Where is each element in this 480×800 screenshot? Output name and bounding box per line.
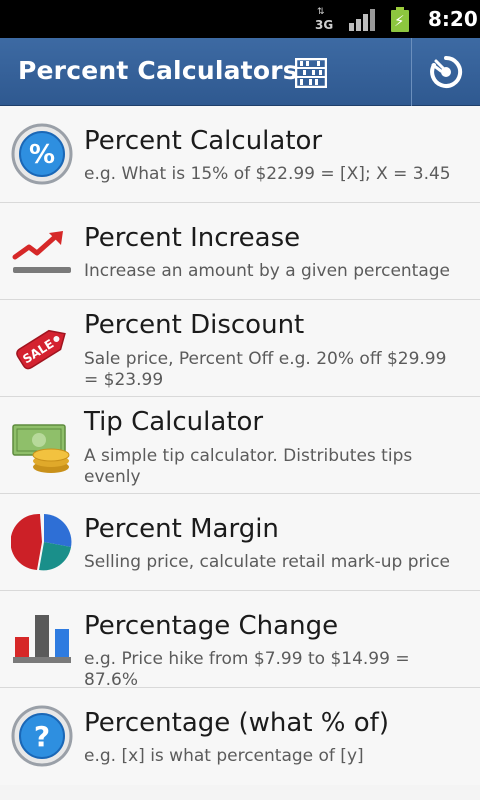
percent-circle-icon: % — [11, 123, 73, 185]
item-description: e.g. Price hike from $7.99 to $14.99 = 8… — [84, 649, 410, 690]
trend-up-icon — [12, 231, 71, 273]
item-description: e.g. What is 15% of $22.99 = [X]; X = 3.… — [84, 164, 451, 184]
item-title: Percent Margin — [84, 514, 279, 544]
signal-strength-icon — [349, 9, 375, 31]
question-circle-icon: ? — [11, 705, 73, 767]
data-arrows: ⇅ — [317, 7, 325, 17]
bar-chart-icon — [13, 615, 71, 663]
item-title: Percentage Change — [84, 611, 339, 641]
pie-chart-icon — [11, 513, 72, 571]
app-bar: Percent Calculators — [0, 38, 480, 106]
list-item-tip-calculator[interactable]: Tip Calculator A simple tip calculator. … — [0, 397, 480, 494]
network-type-label: 3G — [315, 18, 334, 32]
calculator-list: % Percent Calculator e.g. What is 15% of… — [0, 106, 480, 785]
network-3g-icon: ⇅ 3G — [315, 7, 335, 33]
svg-text:?: ? — [34, 720, 50, 753]
list-item-percent-calculator[interactable]: % Percent Calculator e.g. What is 15% of… — [0, 106, 480, 203]
list-item-percentage-change[interactable]: Percentage Change e.g. Price hike from $… — [0, 591, 480, 690]
item-description: e.g. [x] is what percentage of [y] — [84, 746, 364, 766]
battery-charging-icon: ⚡ — [391, 7, 409, 32]
money-coins-icon — [12, 424, 70, 473]
status-time: 8:20 — [428, 7, 478, 31]
item-description: Sale price, Percent Off e.g. 20% off $29… — [84, 349, 447, 390]
abacus-icon — [295, 58, 327, 88]
item-description: Increase an amount by a given percentage — [84, 261, 451, 281]
item-title: Percent Discount — [84, 310, 305, 340]
item-description: A simple tip calculator. Distributes tip… — [84, 446, 413, 487]
item-description: Selling price, calculate retail mark-up … — [84, 552, 451, 572]
item-title: Percentage (what % of) — [84, 708, 389, 738]
status-bar: ⇅ 3G ⚡ 8:20 — [0, 0, 480, 38]
list-item-percentage-what-of[interactable]: ? Percentage (what % of) e.g. [x] is wha… — [0, 688, 480, 785]
share-button[interactable] — [412, 38, 480, 106]
item-title: Percent Increase — [84, 223, 301, 253]
list-item-percent-discount[interactable]: SALE Percent Discount Sale price, Percen… — [0, 300, 480, 397]
app-title: Percent Calculators — [18, 56, 298, 85]
item-title: Percent Calculator — [84, 126, 323, 156]
list-item-percent-increase[interactable]: Percent Increase Increase an amount by a… — [0, 203, 480, 300]
svg-text:%: % — [29, 140, 55, 170]
sale-tag-icon: SALE — [16, 329, 66, 370]
list-item-percent-margin[interactable]: Percent Margin Selling price, calculate … — [0, 494, 480, 591]
item-title: Tip Calculator — [84, 407, 264, 437]
share-icon — [430, 55, 463, 88]
